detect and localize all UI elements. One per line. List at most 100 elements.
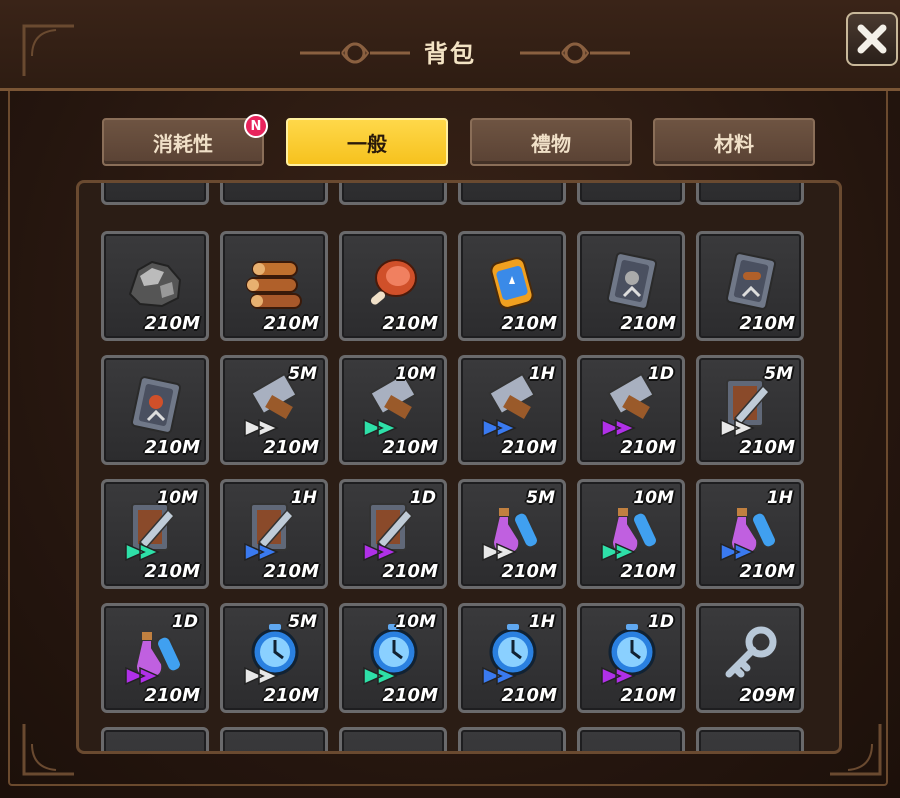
tab-general[interactable]: 一般 (286, 118, 448, 166)
item-slot-partial[interactable] (101, 183, 209, 205)
item-slot-partial[interactable] (339, 727, 447, 751)
item-slot-partial[interactable] (101, 727, 209, 751)
duration-label: 10M (395, 364, 436, 384)
item-slot[interactable]: 10M 210M (339, 355, 447, 465)
duration-label: 5M (288, 364, 317, 384)
quantity-label: 210M (501, 437, 558, 458)
item-slot-partial[interactable] (696, 727, 804, 751)
quantity-label: 210M (144, 313, 201, 334)
quantity-label: 210M (263, 685, 320, 706)
wood-ticket-icon (725, 252, 777, 310)
quantity-label: 210M (620, 561, 677, 582)
item-slot[interactable]: 10M 210M (339, 603, 447, 713)
scroll-canister-icon (490, 257, 534, 309)
tab-label: 消耗性 (153, 131, 213, 156)
item-slot-partial[interactable] (696, 183, 804, 205)
item-slot[interactable]: 1D 210M (577, 603, 685, 713)
quantity-label: 210M (144, 437, 201, 458)
quantity-label: 210M (382, 437, 439, 458)
item-slot[interactable]: 1H 210M (696, 479, 804, 589)
item-slot[interactable]: 210M (577, 231, 685, 341)
item-slot[interactable]: 210M (220, 231, 328, 341)
item-slot[interactable]: 10M 210M (577, 479, 685, 589)
quantity-label: 210M (739, 561, 796, 582)
quantity-label: 210M (620, 313, 677, 334)
duration-label: 1H (766, 488, 793, 508)
duration-label: 10M (157, 488, 198, 508)
duration-label: 5M (764, 364, 793, 384)
item-slot[interactable]: 210M (696, 231, 804, 341)
tab-consumables[interactable]: 消耗性 N (102, 114, 268, 166)
item-slot[interactable]: 209M (696, 603, 804, 713)
tab-label: 一般 (347, 131, 387, 156)
duration-label: 1D (172, 612, 198, 632)
quantity-label: 210M (501, 313, 558, 334)
ore-ticket-icon (606, 252, 658, 310)
quantity-label: 210M (144, 561, 201, 582)
item-slot[interactable]: 10M 210M (101, 479, 209, 589)
item-slot[interactable]: 1H 210M (220, 479, 328, 589)
quantity-label: 210M (382, 561, 439, 582)
item-slot[interactable]: 1H 210M (458, 603, 566, 713)
key-icon (725, 626, 777, 678)
duration-label: 1H (290, 488, 317, 508)
quantity-label: 209M (739, 685, 796, 706)
duration-label: 1H (528, 364, 555, 384)
tab-label: 禮物 (531, 131, 571, 156)
item-slot-partial[interactable] (577, 183, 685, 205)
item-slot[interactable]: 1D 210M (577, 355, 685, 465)
quantity-label: 210M (501, 685, 558, 706)
quantity-label: 210M (382, 685, 439, 706)
close-icon (857, 24, 887, 54)
ore-icon (128, 260, 182, 308)
item-slot[interactable]: 5M 210M (220, 603, 328, 713)
duration-label: 10M (395, 612, 436, 632)
quantity-label: 210M (739, 437, 796, 458)
title-bar: 背包 (0, 0, 900, 91)
item-slot-partial[interactable] (220, 183, 328, 205)
inventory-panel: 背包 消耗性 N 一般 禮物 材料 210M 210M 210M 210M 21… (0, 0, 900, 798)
right-ornament-icon (520, 42, 630, 64)
tab-materials[interactable]: 材料 (653, 118, 815, 166)
item-grid[interactable]: 210M 210M 210M 210M 210M 210M 210M 5M 210… (76, 180, 842, 754)
item-slot[interactable]: 210M (339, 231, 447, 341)
duration-label: 5M (526, 488, 555, 508)
item-slot-partial[interactable] (339, 183, 447, 205)
duration-label: 1H (528, 612, 555, 632)
item-slot[interactable]: 210M (101, 231, 209, 341)
tab-label: 材料 (714, 131, 754, 156)
item-slot[interactable]: 210M (101, 355, 209, 465)
item-slot[interactable]: 210M (458, 231, 566, 341)
item-slot-partial[interactable] (577, 727, 685, 751)
quantity-label: 210M (620, 685, 677, 706)
quantity-label: 210M (382, 313, 439, 334)
item-slot-partial[interactable] (458, 183, 566, 205)
quantity-label: 210M (620, 437, 677, 458)
close-button[interactable] (846, 12, 898, 66)
item-slot[interactable]: 5M 210M (220, 355, 328, 465)
item-slot[interactable]: 5M 210M (458, 479, 566, 589)
quantity-label: 210M (263, 313, 320, 334)
item-slot-partial[interactable] (458, 727, 566, 751)
meat-icon (370, 259, 417, 305)
meat-ticket-icon (130, 376, 182, 434)
wood-logs-icon (246, 261, 302, 309)
quantity-label: 210M (263, 561, 320, 582)
item-slot[interactable]: 1D 210M (101, 603, 209, 713)
new-badge: N (244, 114, 268, 138)
quantity-label: 210M (263, 437, 320, 458)
corner-ornament-icon (22, 24, 74, 76)
duration-label: 10M (633, 488, 674, 508)
item-slot-partial[interactable] (220, 727, 328, 751)
quantity-label: 210M (739, 313, 796, 334)
item-slot[interactable]: 5M 210M (696, 355, 804, 465)
quantity-label: 210M (501, 561, 558, 582)
item-slot[interactable]: 1H 210M (458, 355, 566, 465)
duration-label: 1D (648, 612, 674, 632)
item-slot[interactable]: 1D 210M (339, 479, 447, 589)
quantity-label: 210M (144, 685, 201, 706)
duration-label: 5M (288, 612, 317, 632)
tab-gifts[interactable]: 禮物 (470, 118, 632, 166)
window-title: 背包 (424, 40, 476, 68)
duration-label: 1D (410, 488, 436, 508)
